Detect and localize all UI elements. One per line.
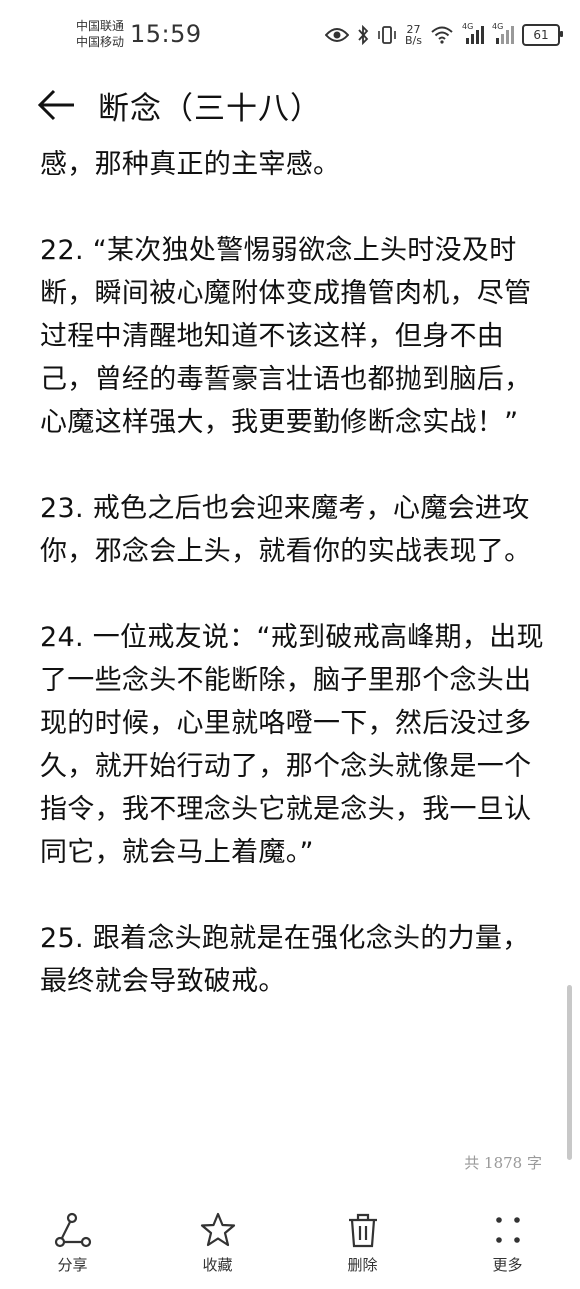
app-header: 断念（三十八） [0,75,580,135]
favorite-label: 收藏 [202,1256,233,1274]
delete-button[interactable]: 删除 [290,1210,435,1285]
paragraph: 24. 一位戒友说：“戒到破戒高峰期，出现了一些念头不能断除，脑子里那个念头出现… [40,622,544,868]
signal-icon-2: 4G [492,22,514,44]
status-icons: 27 B/s 4G 4G 61 [325,20,563,50]
carrier-info: 中国联通 中国移动 [76,18,124,50]
paragraph: 22. “某次独处警惕弱欲念上头时没及时断，瞬间被心魔附体变成撸管肉机，尽管过程… [40,235,532,438]
vibrate-icon [377,25,397,45]
favorite-button[interactable]: 收藏 [145,1210,290,1285]
more-icon [488,1210,528,1250]
trash-icon [343,1210,383,1250]
paragraph: 感，那种真正的主宰感。 [40,149,341,180]
net-speed: 27 B/s [405,24,422,46]
carrier-2: 中国移动 [76,35,125,49]
delete-label: 删除 [347,1256,378,1274]
status-time: 15:59 [130,20,202,48]
more-label: 更多 [492,1256,523,1274]
share-label: 分享 [57,1256,88,1274]
eye-icon [325,27,350,43]
page-title: 断念（三十八） [98,91,322,127]
word-count: 共 1878 字 [464,1154,542,1172]
note-content[interactable]: 感，那种真正的主宰感。 22. “某次独处警惕弱欲念上头时没及时断，瞬间被心魔附… [40,143,550,1003]
bottom-toolbar: 分享 收藏 删除 更多 [0,1210,580,1285]
share-icon [53,1210,93,1250]
net-speed-unit: B/s [405,34,422,47]
more-button[interactable]: 更多 [435,1210,580,1285]
share-button[interactable]: 分享 [0,1210,145,1285]
star-icon [198,1210,238,1250]
signal-icon: 4G [462,22,484,44]
paragraph: 23. 戒色之后也会迎来魔考，心魔会进攻你，邪念会上头，就看你的实战表现了。 [40,493,532,567]
wifi-icon [430,26,454,44]
bluetooth-icon [357,25,369,45]
status-bar: 中国联通 中国移动 15:59 27 B/s 4G 4G 61 [0,0,580,70]
scrollbar[interactable] [567,985,572,1160]
signal-2-label: 4G [492,22,504,31]
back-arrow-icon[interactable] [36,87,78,123]
battery-icon: 61 [522,24,563,46]
carrier-1: 中国联通 [76,19,125,33]
signal-1-label: 4G [462,22,474,31]
paragraph: 25. 跟着念头跑就是在强化念头的力量，最终就会导致破戒。 [40,923,530,997]
